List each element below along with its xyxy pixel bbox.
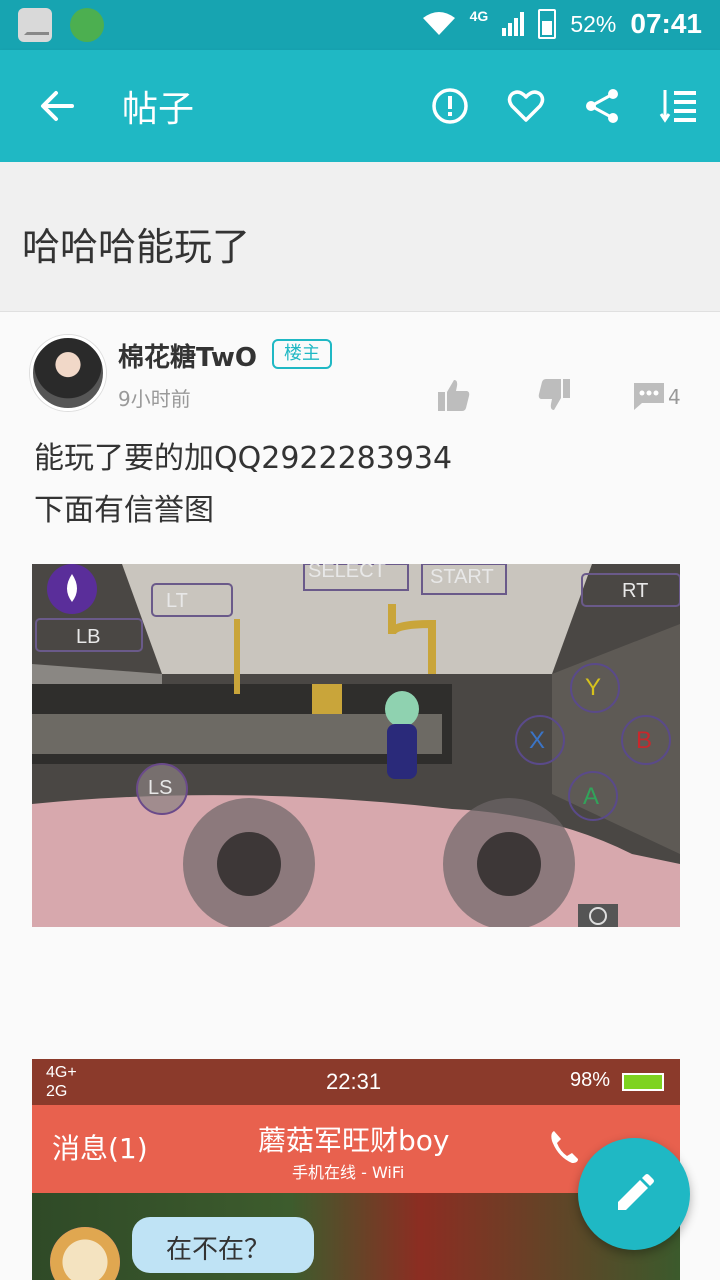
b-button-label: B [636, 727, 653, 754]
image-clock: 22:31 [326, 1069, 382, 1094]
select-button-label: SELECT [308, 564, 386, 582]
image-contact-name: 蘑菇军旺财boy [258, 1124, 450, 1157]
battery-percentage: 52% [570, 10, 617, 37]
back-button[interactable] [30, 78, 86, 134]
image-doge-avatar [50, 1227, 120, 1280]
phone-icon [551, 1131, 578, 1163]
battery-icon [538, 9, 557, 39]
image-contact-status: 手机在线 - WiFi [292, 1163, 405, 1182]
image-network-label: 4G+ 2G [46, 1063, 77, 1101]
post-time: 9小时前 [118, 387, 191, 411]
thumbs-down-icon [538, 379, 570, 410]
a-button-label: A [583, 783, 600, 810]
post-content: 棉花糖TwO 楼主 9小时前 4 能玩了要的加QQ2922283934 下面有信… [0, 313, 720, 1280]
wifi-icon [422, 12, 455, 35]
report-icon [432, 88, 468, 124]
app-notification-icon [70, 8, 104, 42]
comment-icon [634, 383, 664, 410]
sort-list-icon [659, 90, 696, 123]
post-body-line: 能玩了要的加QQ2922283934 [34, 441, 453, 476]
favorite-button[interactable] [498, 78, 554, 134]
author-badge: 楼主 [272, 339, 332, 369]
y-button-label: Y [585, 674, 602, 701]
comment-count: 4 [668, 385, 681, 409]
ls-button-label: LS [148, 777, 173, 799]
post-body-line: 下面有信誉图 [34, 493, 214, 528]
share-icon [586, 89, 618, 123]
like-button[interactable] [436, 377, 472, 413]
dislike-button[interactable] [536, 377, 572, 413]
clock: 07:41 [630, 8, 702, 39]
image-back-label: 消息(1) [52, 1132, 148, 1165]
favorite-heart-icon [507, 90, 545, 122]
share-button[interactable] [574, 78, 630, 134]
image-network-top: 4G+ [46, 1064, 77, 1081]
x-button-label: X [529, 727, 546, 754]
thumbs-up-icon [438, 380, 470, 411]
lt-button-label: LT [166, 590, 188, 612]
image-battery-text: 98% [570, 1069, 611, 1091]
post-title: 哈哈哈能玩了 [22, 225, 251, 269]
image-status-bar: 4G+ 2G 22:31 98% [32, 1059, 680, 1105]
comment-button[interactable] [630, 381, 666, 411]
image-battery-icon [622, 1073, 664, 1091]
lb-button-label: LB [76, 626, 101, 648]
network-type-label: 4G [469, 8, 489, 24]
image-chat-bubble: 在不在？ [132, 1217, 314, 1273]
back-arrow-icon [41, 91, 74, 121]
page-title: 帖子 [122, 89, 195, 130]
image-network-bottom: 2G [46, 1083, 68, 1100]
game-scene [32, 564, 680, 927]
sort-button[interactable] [650, 78, 706, 134]
start-button-label: START [430, 566, 494, 588]
report-button[interactable] [422, 78, 478, 134]
signal-icon [502, 12, 525, 36]
author-name[interactable]: 棉花糖TwO [118, 337, 257, 374]
app-bar: 帖子 [0, 50, 720, 162]
post-title-section: 哈哈哈能玩了 [0, 162, 720, 312]
post-image-game-screenshot[interactable]: SELECT START LT RT LB LS Y X B A [32, 564, 680, 927]
pencil-icon [618, 1174, 654, 1210]
compose-reply-button[interactable] [578, 1138, 690, 1250]
avatar[interactable] [30, 335, 106, 411]
rt-button-label: RT [622, 580, 649, 602]
mail-notification-icon [18, 8, 52, 42]
status-bar: 4G 52% 07:41 [0, 0, 720, 50]
